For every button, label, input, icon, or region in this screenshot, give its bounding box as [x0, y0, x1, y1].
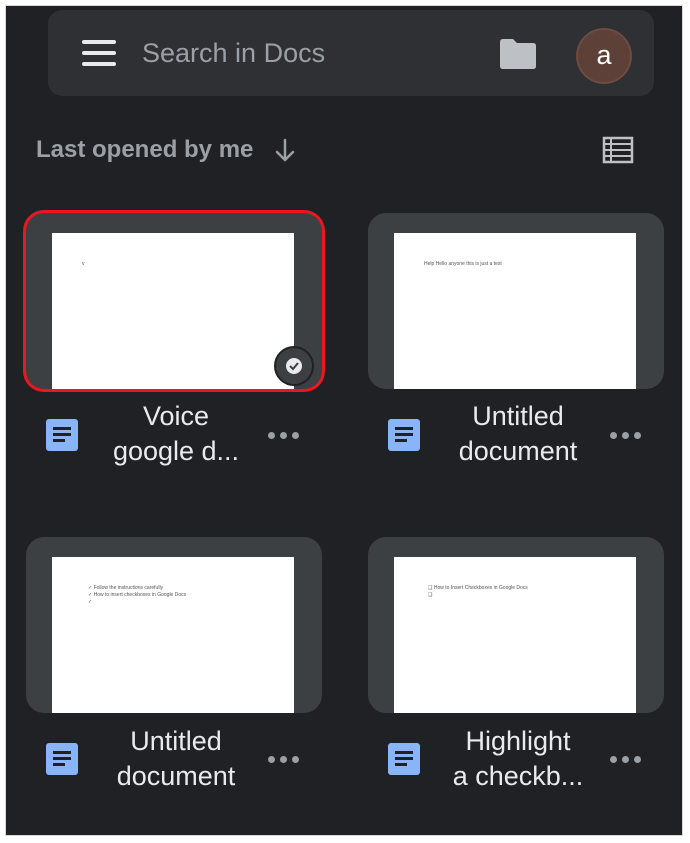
document-thumbnail-highlight-checkbox[interactable]: ❑ How to Insert Checkboxes in Google Doc… [368, 537, 664, 713]
more-options-icon[interactable] [610, 753, 646, 765]
document-thumbnail-untitled-2[interactable]: ✓ Follow the instructions carefully ✓ Ho… [26, 537, 322, 713]
document-title[interactable]: Voice google d... [76, 399, 276, 469]
preview-text: ✓ Follow the instructions carefully ✓ Ho… [88, 585, 187, 605]
account-avatar[interactable]: a [578, 30, 630, 82]
document-preview: ✓ Follow the instructions carefully ✓ Ho… [52, 557, 294, 713]
document-title[interactable]: Highlight a checkb... [418, 724, 618, 794]
preview-text: Help Hello anyone this is just a test [424, 261, 502, 267]
more-options-icon[interactable] [610, 429, 646, 441]
document-preview: v [52, 233, 294, 389]
google-docs-icon [388, 743, 420, 775]
offline-available-badge [274, 346, 314, 386]
docs-app-window: Search in Docs a Last opened by me v Voi [6, 6, 682, 835]
document-preview: Help Hello anyone this is just a test [394, 233, 636, 389]
document-thumbnail-voice[interactable]: v [26, 213, 322, 389]
google-docs-icon [46, 743, 78, 775]
offline-check-icon [286, 358, 302, 374]
more-options-icon[interactable] [268, 429, 304, 441]
search-bar[interactable]: Search in Docs a [48, 10, 654, 96]
google-docs-icon [388, 419, 420, 451]
preview-text: v [82, 261, 85, 267]
search-input[interactable]: Search in Docs [142, 38, 325, 69]
google-docs-icon [46, 419, 78, 451]
sort-by-label[interactable]: Last opened by me [36, 136, 253, 164]
arrow-down-icon[interactable] [274, 138, 296, 164]
preview-text: ❑ How to Insert Checkboxes in Google Doc… [428, 585, 528, 598]
hamburger-menu-icon[interactable] [82, 40, 116, 66]
document-thumbnail-untitled-1[interactable]: Help Hello anyone this is just a test [368, 213, 664, 389]
more-options-icon[interactable] [268, 753, 304, 765]
document-preview: ❑ How to Insert Checkboxes in Google Doc… [394, 557, 636, 713]
folder-icon[interactable] [498, 38, 538, 70]
document-title[interactable]: Untitled document [418, 399, 618, 469]
document-title[interactable]: Untitled document [76, 724, 276, 794]
list-view-icon[interactable] [602, 136, 634, 164]
